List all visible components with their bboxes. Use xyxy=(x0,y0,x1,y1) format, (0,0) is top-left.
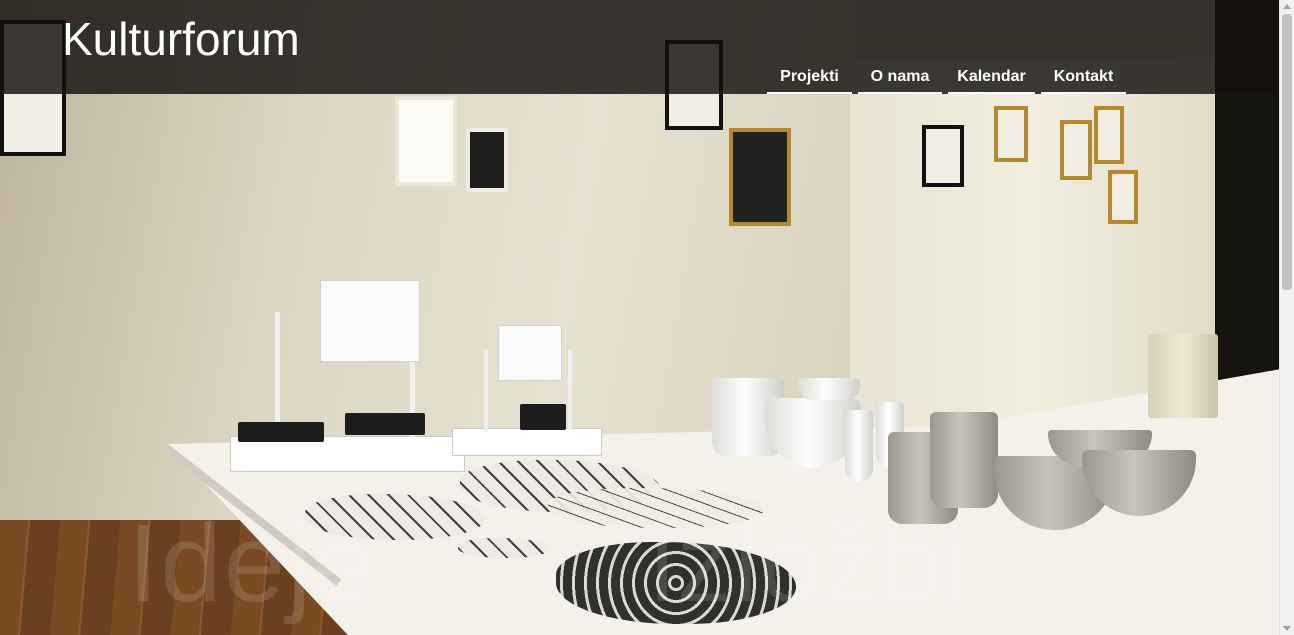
nav-label[interactable]: Projekti xyxy=(780,66,839,88)
artwork-frame xyxy=(1094,106,1124,164)
caret-up-icon[interactable] xyxy=(1283,4,1291,9)
caret-down-icon[interactable] xyxy=(1283,626,1291,631)
artwork-frame xyxy=(922,125,964,187)
concrete-vessel xyxy=(930,412,998,508)
artwork-frame xyxy=(994,106,1028,162)
page-scrollbar[interactable] xyxy=(1279,0,1294,635)
sculpture-block xyxy=(345,413,425,435)
artwork-frame xyxy=(395,96,457,186)
sculpture-rod xyxy=(484,350,488,432)
ceramic-cup xyxy=(845,410,873,482)
nav-item-o-nama[interactable]: O nama xyxy=(858,66,942,94)
hero-watermark: Ideje xyxy=(128,502,377,625)
sculpture-rod xyxy=(275,312,280,437)
site-header: Kulturforum Projekti O nama Kalendar Kon… xyxy=(0,0,1279,94)
sculpture-block xyxy=(238,422,324,442)
nav-item-kontakt[interactable]: Kontakt xyxy=(1041,66,1126,94)
main-nav: Projekti O nama Kalendar Kontakt xyxy=(767,66,1126,94)
site-title[interactable]: Kulturforum xyxy=(62,14,300,65)
nav-item-kalendar[interactable]: Kalendar xyxy=(948,66,1035,94)
art-plate xyxy=(458,538,550,558)
sculpture-base xyxy=(452,428,602,456)
hero-image: Ideje izložbi xyxy=(0,0,1279,635)
sculpture-rod xyxy=(568,350,572,430)
sculpture-box xyxy=(320,280,420,362)
sculpture-box xyxy=(498,325,562,381)
nav-label[interactable]: Kalendar xyxy=(957,66,1025,88)
artwork-frame xyxy=(1060,120,1092,180)
nav-item-projekti[interactable]: Projekti xyxy=(767,66,852,94)
sculpture-block xyxy=(520,404,566,430)
page: Ideje izložbi Kulturforum Projekti O nam… xyxy=(0,0,1294,635)
artwork-frame xyxy=(466,128,508,192)
ceramic-cylinder xyxy=(1148,334,1218,418)
artwork-frame xyxy=(1108,170,1138,224)
nav-label[interactable]: O nama xyxy=(871,66,930,88)
hero-watermark: izložbi xyxy=(650,502,970,625)
ceramic-cup xyxy=(798,378,860,400)
nav-label[interactable]: Kontakt xyxy=(1054,66,1114,88)
artwork-frame xyxy=(729,128,791,226)
scrollbar-thumb[interactable] xyxy=(1282,14,1292,290)
